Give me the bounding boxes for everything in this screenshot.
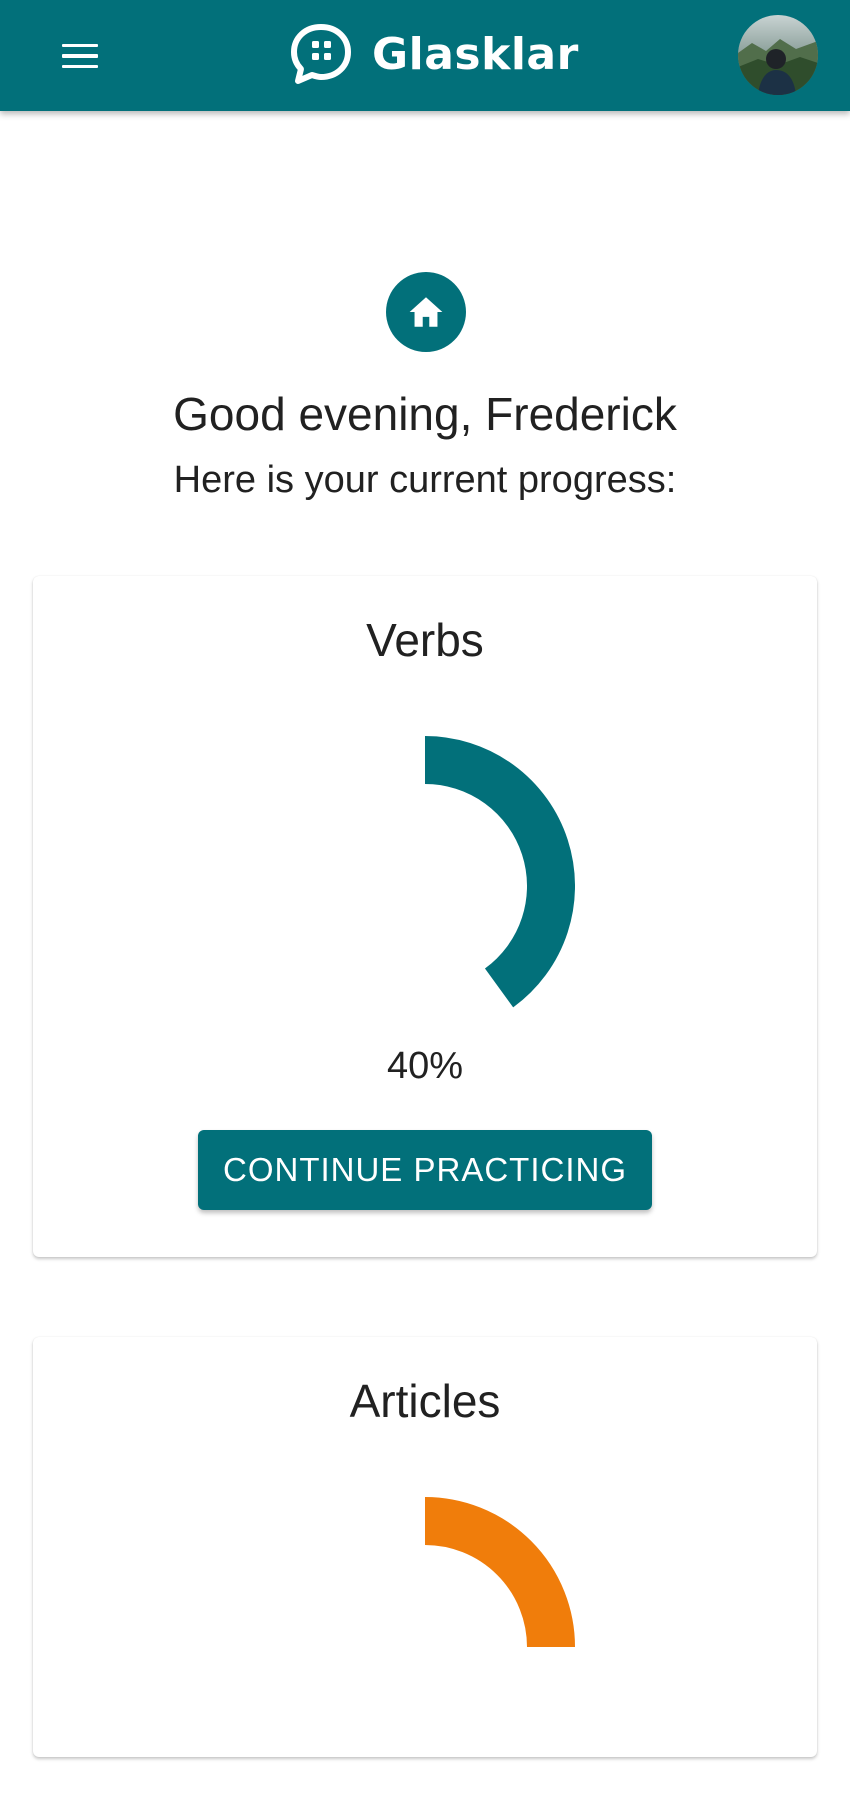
app-bar: Glasklar — [0, 0, 850, 111]
progress-gauge-arc — [424, 1497, 575, 1648]
progress-card-verbs: Verbs 40% CONTINUE PRACTICING — [33, 576, 817, 1257]
chat-bubble-logo-icon — [291, 24, 351, 84]
hamburger-menu-icon-bar — [62, 64, 98, 69]
hamburger-menu-icon — [62, 43, 98, 48]
hamburger-menu-icon-bar — [62, 54, 98, 58]
progress-subtitle: Here is your current progress: — [173, 459, 677, 501]
brand-logo-link[interactable]: Glasklar — [288, 22, 579, 86]
home-badge — [386, 272, 466, 352]
home-icon — [409, 297, 443, 327]
greeting-heading: Good evening, Frederick — [173, 388, 677, 440]
progress-percent: 40% — [386, 1045, 464, 1087]
card-title: Verbs — [366, 614, 484, 666]
progress-gauge — [424, 1497, 575, 1648]
menu-button[interactable] — [55, 36, 105, 76]
user-avatar[interactable] — [738, 15, 818, 95]
continue-practicing-button[interactable]: CONTINUE PRACTICING — [198, 1130, 652, 1210]
progress-gauge-arc — [424, 736, 575, 1008]
user-avatar-photo — [738, 15, 818, 95]
progress-card-articles: Articles — [33, 1337, 817, 1757]
app-name: Glasklar — [372, 28, 579, 80]
card-title: Articles — [349, 1375, 501, 1427]
progress-gauge — [424, 736, 575, 1008]
